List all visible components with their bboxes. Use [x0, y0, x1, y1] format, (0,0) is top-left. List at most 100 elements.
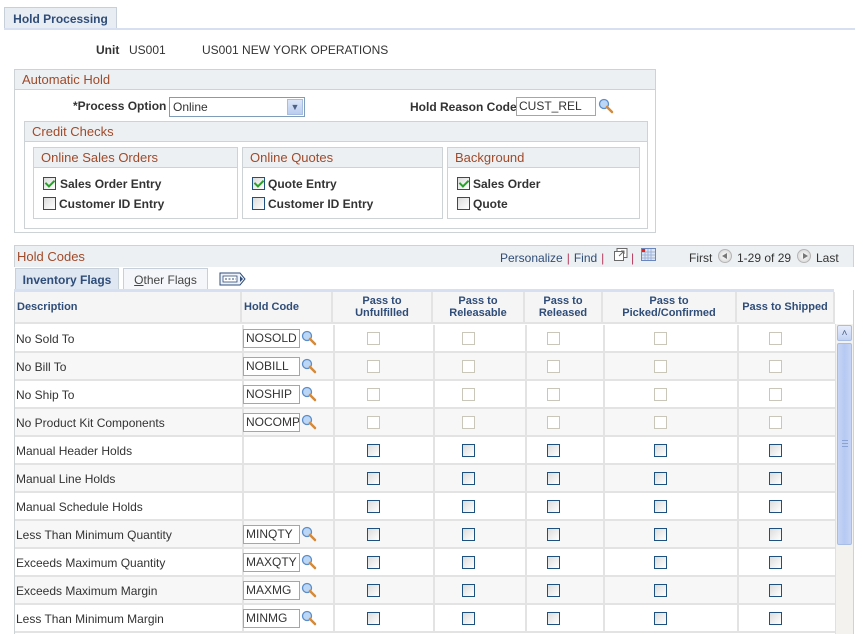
pass-to-released-checkbox[interactable] [547, 472, 560, 485]
hold-code-input[interactable]: NOCOMP [243, 413, 300, 432]
cell-divider [603, 353, 605, 379]
customer-id-entry-label: Customer ID Entry [59, 197, 165, 211]
pass-to-releasable-checkbox[interactable] [462, 472, 475, 485]
pass-to-released-checkbox[interactable] [547, 556, 560, 569]
pass-to-unfulfilled-checkbox[interactable] [367, 528, 380, 541]
find-link[interactable]: Find [574, 251, 597, 265]
column-header-description[interactable]: Description [15, 292, 242, 324]
pass-to-unfulfilled-checkbox[interactable] [367, 556, 380, 569]
pass-to-released-checkbox[interactable] [547, 612, 560, 625]
lookup-icon[interactable] [301, 358, 317, 374]
background-sales-order-checkbox[interactable] [457, 177, 470, 190]
show-all-columns-icon[interactable] [219, 272, 246, 286]
lookup-icon[interactable] [301, 330, 317, 346]
pass-to-shipped-checkbox[interactable] [769, 444, 782, 457]
hold-code-input[interactable]: NOSOLD [243, 329, 300, 348]
tab-other-flags[interactable]: Other Flags [123, 268, 208, 291]
pass-to-releasable-checkbox[interactable] [462, 500, 475, 513]
hold-reason-code-input[interactable]: CUST_REL [516, 97, 596, 116]
table-row: Less Than Minimum Margin MINMG [15, 605, 835, 633]
hold-code-input[interactable]: MINMG [243, 609, 300, 628]
last-link[interactable]: Last [816, 251, 839, 265]
chevron-down-icon[interactable]: ▼ [287, 99, 303, 115]
pass-to-released-checkbox[interactable] [547, 444, 560, 457]
pass-to-releasable-checkbox[interactable] [462, 556, 475, 569]
pass-to-releasable-checkbox[interactable] [462, 444, 475, 457]
pass-to-picked-confirmed-checkbox[interactable] [654, 584, 667, 597]
column-header-pass-to-shipped[interactable]: Pass to Shipped [737, 292, 835, 324]
column-header-hold-code[interactable]: Hold Code [242, 292, 333, 324]
lookup-icon[interactable] [301, 414, 317, 430]
pass-to-unfulfilled-checkbox [367, 388, 380, 401]
hold-code-input[interactable]: MAXMG [243, 581, 300, 600]
pass-to-shipped-checkbox[interactable] [769, 472, 782, 485]
pass-to-unfulfilled-checkbox[interactable] [367, 444, 380, 457]
table-row: Manual Schedule Holds [15, 493, 835, 521]
column-header-pass-to-released[interactable]: Pass to Released [525, 292, 603, 324]
pass-to-picked-confirmed-checkbox[interactable] [654, 612, 667, 625]
pass-to-shipped-checkbox[interactable] [769, 500, 782, 513]
pass-to-released-checkbox[interactable] [547, 500, 560, 513]
column-header-pass-to-unfulfilled[interactable]: Pass to Unfulfilled [333, 292, 433, 324]
cell-divider [333, 409, 335, 435]
customer-id-entry-checkbox[interactable] [43, 197, 56, 210]
new-window-icon[interactable] [614, 248, 628, 261]
lookup-icon[interactable] [301, 386, 317, 402]
sales-order-entry-checkbox[interactable] [43, 177, 56, 190]
row-description: No Product Kit Components [16, 416, 165, 430]
background-quote-checkbox[interactable] [457, 197, 470, 210]
lookup-icon[interactable] [301, 610, 317, 626]
sales-order-entry-label: Sales Order Entry [60, 177, 162, 191]
download-grid-icon[interactable] [641, 248, 656, 261]
column-header-pass-to-releasable[interactable]: Pass to Releasable [433, 292, 525, 324]
pass-to-released-checkbox[interactable] [547, 528, 560, 541]
grid-scrollbar[interactable]: ˄ [835, 324, 853, 634]
pass-to-unfulfilled-checkbox[interactable] [367, 472, 380, 485]
scroll-thumb[interactable] [837, 343, 852, 545]
column-header-pass-to-picked-confirmed[interactable]: Pass to Picked/Confirmed [603, 292, 737, 324]
pass-to-releasable-checkbox [462, 388, 475, 401]
pass-to-picked-confirmed-checkbox[interactable] [654, 556, 667, 569]
next-icon[interactable] [797, 249, 811, 263]
row-description: Exceeds Maximum Margin [16, 584, 158, 598]
cell-divider [333, 577, 335, 603]
pass-to-picked-confirmed-checkbox [654, 388, 667, 401]
lookup-icon[interactable] [301, 582, 317, 598]
hold-code-input[interactable]: NOBILL [243, 357, 300, 376]
scroll-up-icon[interactable]: ˄ [837, 325, 852, 341]
tab-hold-processing[interactable]: Hold Processing [4, 7, 117, 30]
cell-divider [433, 465, 435, 491]
process-option-select[interactable]: Online ▼ [169, 97, 305, 117]
pass-to-releasable-checkbox[interactable] [462, 528, 475, 541]
tab-inventory-flags[interactable]: Inventory Flags [15, 268, 119, 291]
hold-code-input[interactable]: MINQTY [243, 525, 300, 544]
pass-to-unfulfilled-checkbox[interactable] [367, 612, 380, 625]
pass-to-shipped-checkbox[interactable] [769, 556, 782, 569]
pass-to-unfulfilled-checkbox[interactable] [367, 584, 380, 597]
quote-entry-checkbox[interactable] [252, 177, 265, 190]
pass-to-picked-confirmed-checkbox[interactable] [654, 528, 667, 541]
pass-to-releasable-checkbox[interactable] [462, 612, 475, 625]
pass-to-picked-confirmed-checkbox[interactable] [654, 444, 667, 457]
pass-to-unfulfilled-checkbox[interactable] [367, 500, 380, 513]
hold-code-input[interactable]: MAXQTY [243, 553, 300, 572]
pass-to-released-checkbox[interactable] [547, 584, 560, 597]
personalize-link[interactable]: Personalize [500, 251, 563, 265]
lookup-icon[interactable] [301, 554, 317, 570]
cell-divider [525, 437, 527, 463]
pass-to-releasable-checkbox[interactable] [462, 584, 475, 597]
lookup-icon[interactable] [598, 98, 614, 114]
previous-icon[interactable] [718, 249, 732, 263]
pass-to-shipped-checkbox[interactable] [769, 584, 782, 597]
quote-customer-id-entry-checkbox[interactable] [252, 197, 265, 210]
pass-to-picked-confirmed-checkbox[interactable] [654, 472, 667, 485]
pass-to-picked-confirmed-checkbox[interactable] [654, 500, 667, 513]
table-row: Manual Header Holds [15, 437, 835, 465]
pass-to-shipped-checkbox[interactable] [769, 612, 782, 625]
table-row: Exceeds Maximum Margin MAXMG [15, 577, 835, 605]
first-link[interactable]: First [689, 251, 712, 265]
pass-to-shipped-checkbox[interactable] [769, 528, 782, 541]
cell-divider [242, 493, 244, 519]
lookup-icon[interactable] [301, 526, 317, 542]
hold-code-input[interactable]: NOSHIP [243, 385, 300, 404]
